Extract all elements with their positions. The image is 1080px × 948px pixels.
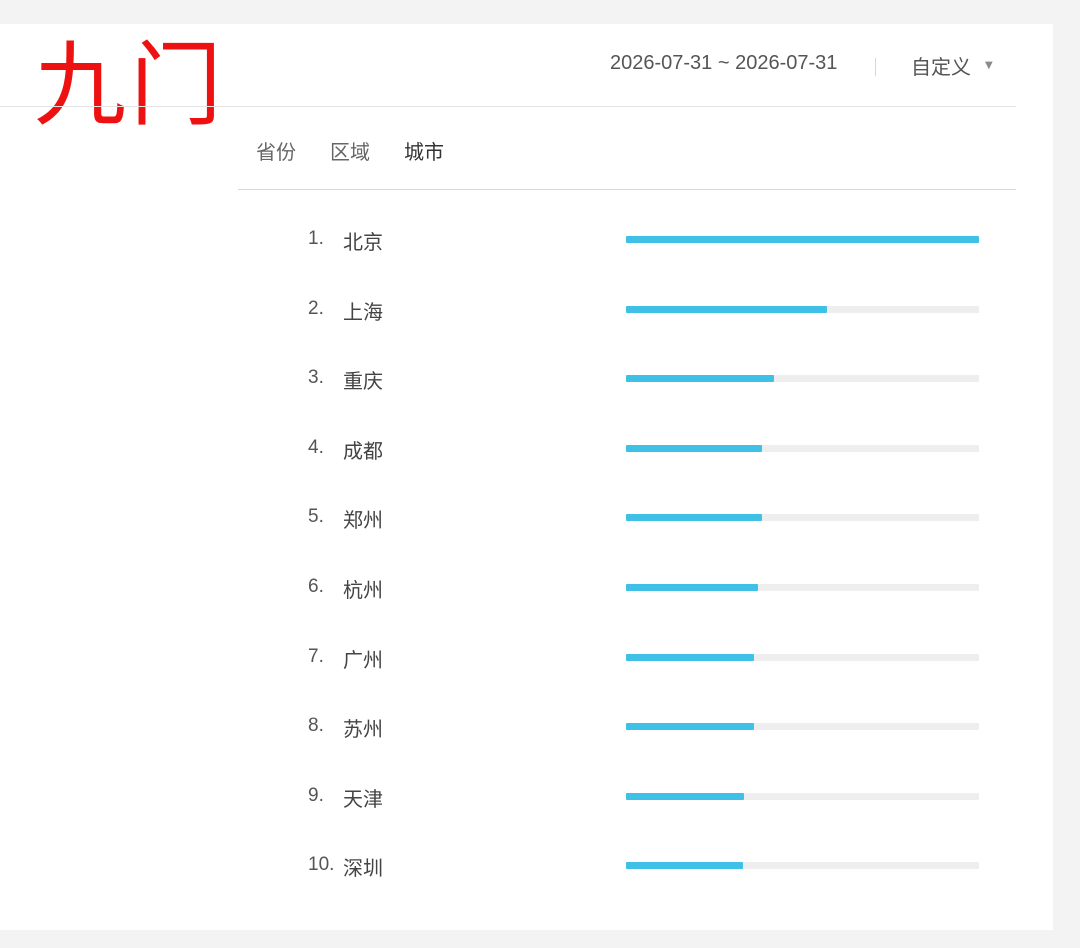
city-name: 北京 [343, 230, 383, 254]
rank-number: 10. [308, 854, 335, 875]
rank-number: 8. [308, 715, 324, 736]
rank-number: 7. [308, 646, 324, 667]
city-name: 苏州 [343, 717, 383, 741]
ranking-row: 9. 天津 [300, 777, 1000, 817]
popularity-bar-track [626, 445, 979, 452]
popularity-bar-fill [626, 306, 828, 313]
popularity-bar-fill [626, 862, 744, 869]
popularity-bar-fill [626, 445, 762, 452]
city-name: 重庆 [343, 369, 383, 393]
rank-number: 1. [308, 228, 324, 249]
city-ranking-list: 1. 北京 2. 上海 3. 重庆 4. 成都 5. 郑州 6. 杭州 7. 广州 8. 苏州 9. 天津 10. 深… [0, 24, 1053, 930]
popularity-bar-track [626, 236, 979, 243]
popularity-bar-track [626, 375, 979, 382]
ranking-row: 10. 深圳 [300, 846, 1000, 886]
popularity-bar-fill [626, 514, 762, 521]
ranking-row: 6. 杭州 [300, 568, 1000, 608]
popularity-bar-track [626, 723, 979, 730]
popularity-bar-fill [626, 723, 754, 730]
rank-number: 4. [308, 437, 324, 458]
popularity-bar-track [626, 793, 979, 800]
city-name: 成都 [343, 439, 383, 463]
popularity-bar-track [626, 584, 979, 591]
popularity-bar-track [626, 654, 979, 661]
city-name: 郑州 [343, 508, 383, 532]
popularity-bar-track [626, 862, 979, 869]
rank-number: 6. [308, 576, 324, 597]
popularity-bar-fill [626, 584, 759, 591]
rank-number: 9. [308, 785, 324, 806]
ranking-row: 7. 广州 [300, 638, 1000, 678]
city-name: 杭州 [343, 578, 383, 602]
popularity-bar-fill [626, 236, 979, 243]
city-name: 上海 [343, 300, 383, 324]
ranking-row: 2. 上海 [300, 290, 1000, 330]
popularity-bar-track [626, 306, 979, 313]
popularity-bar-fill [626, 375, 775, 382]
ranking-row: 4. 成都 [300, 429, 1000, 469]
popularity-bar-track [626, 514, 979, 521]
popularity-bar-fill [626, 654, 754, 661]
city-name: 天津 [343, 787, 383, 811]
city-name: 广州 [343, 648, 383, 672]
popularity-bar-fill [626, 793, 745, 800]
ranking-card: 九门 2026-07-31 ~ 2026-07-31 自定义 ▼ 省份 区域 城… [0, 24, 1053, 930]
rank-number: 2. [308, 298, 324, 319]
ranking-row: 3. 重庆 [300, 359, 1000, 399]
ranking-row: 8. 苏州 [300, 707, 1000, 747]
rank-number: 3. [308, 367, 324, 388]
ranking-row: 5. 郑州 [300, 498, 1000, 538]
ranking-row: 1. 北京 [300, 220, 1000, 260]
rank-number: 5. [308, 506, 324, 527]
city-name: 深圳 [343, 856, 383, 880]
